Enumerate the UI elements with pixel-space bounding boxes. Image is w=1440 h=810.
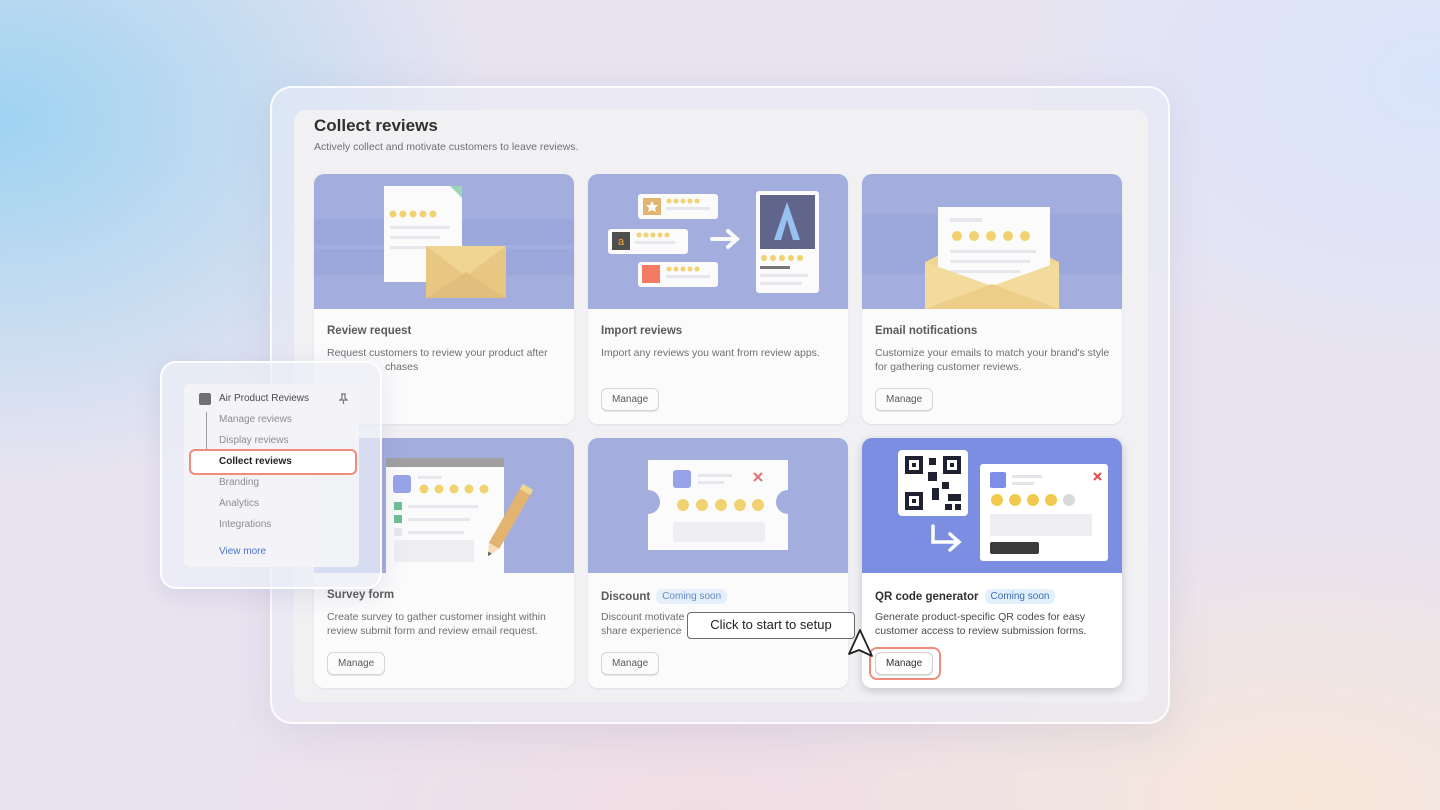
card-title: Import reviews xyxy=(601,325,683,337)
sidebar-item-collect-reviews[interactable]: Collect reviews xyxy=(219,456,292,467)
app-icon xyxy=(199,393,211,405)
card-title: Email notifications xyxy=(875,325,978,337)
card-import-reviews[interactable]: a Import reviews Import any reviews you … xyxy=(588,174,848,424)
sidebar-nav xyxy=(184,384,359,567)
manage-button-highlight xyxy=(869,647,941,680)
sidebar-item-branding[interactable]: Branding xyxy=(219,477,259,488)
sidebar-item-manage-reviews[interactable]: Manage reviews xyxy=(219,414,292,425)
sidebar-item-integrations[interactable]: Integrations xyxy=(219,519,271,530)
sidebar-app-name[interactable]: Air Product Reviews xyxy=(219,393,309,404)
svg-text:a: a xyxy=(618,236,625,248)
setup-tooltip: Click to start to setup xyxy=(687,612,855,639)
card-discount[interactable]: Discount Coming soon Discount motivate sh… xyxy=(588,438,848,688)
card-email-notifications[interactable]: Email notifications Customize your email… xyxy=(862,174,1122,424)
coming-soon-badge: Coming soon xyxy=(656,589,728,604)
card-title: Survey form xyxy=(327,589,395,601)
card-title-text: Discount xyxy=(601,591,651,603)
card-description: Create survey to gather customer insight… xyxy=(327,611,546,637)
manage-button[interactable]: Manage xyxy=(327,652,386,675)
card-description-line-2: share experience xyxy=(601,625,682,637)
card-description-line-1: Discount motivate xyxy=(601,611,685,623)
pointer-cursor-icon xyxy=(848,629,873,657)
coupon-icon xyxy=(588,438,848,573)
card-description: Import any reviews you want from review … xyxy=(601,347,820,359)
card-title: QR code generator Coming soon xyxy=(875,589,1056,604)
manage-button[interactable]: Manage xyxy=(601,652,660,675)
document-envelope-icon xyxy=(314,174,574,309)
view-more-link[interactable]: View more xyxy=(219,546,266,557)
pin-icon[interactable] xyxy=(338,393,349,405)
sidebar-item-analytics[interactable]: Analytics xyxy=(219,498,259,509)
sidebar-item-display-reviews[interactable]: Display reviews xyxy=(219,435,288,446)
manage-button[interactable]: Manage xyxy=(601,388,660,411)
email-stars-icon xyxy=(862,174,1122,309)
card-description: Generate product-specific QR codes for e… xyxy=(875,611,1087,637)
import-arrow-icon: a xyxy=(588,174,848,309)
card-description: Customize your emails to match your bran… xyxy=(875,347,1110,373)
card-title: Discount Coming soon xyxy=(601,589,728,604)
page-subtitle: Actively collect and motivate customers … xyxy=(314,141,579,153)
card-title-text: QR code generator xyxy=(875,591,979,603)
manage-button[interactable]: Manage xyxy=(875,388,934,411)
qr-code-icon xyxy=(862,438,1122,573)
page-title: Collect reviews xyxy=(314,116,438,135)
coming-soon-badge: Coming soon xyxy=(984,589,1056,604)
card-description-line-1: Request customers to review your product… xyxy=(327,347,548,359)
card-title: Review request xyxy=(327,325,412,337)
